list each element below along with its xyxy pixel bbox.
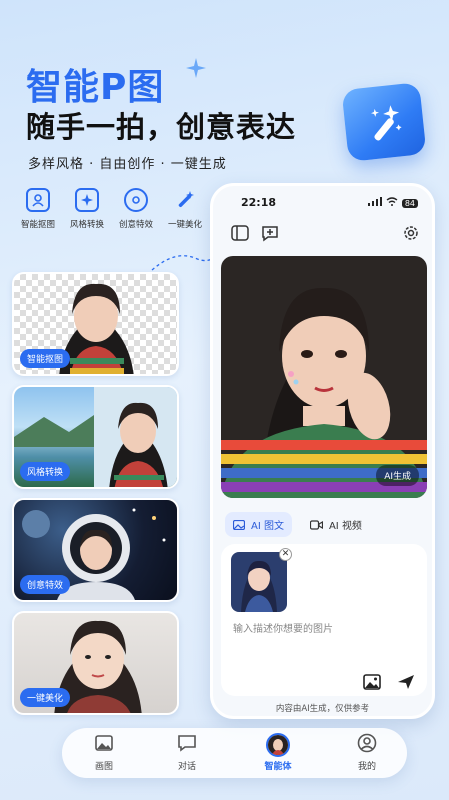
feature-row: 智能抠图 风格转换 创意特效 一键美化 bbox=[20, 188, 203, 230]
nav-item-chat[interactable]: 对话 bbox=[162, 733, 212, 772]
prompt-box: ✕ 输入描述你想要的图片 bbox=[221, 544, 427, 696]
feature-label: 智能抠图 bbox=[20, 220, 55, 230]
send-icon[interactable] bbox=[397, 674, 415, 690]
mode-tabs: AI 图文 AI 视频 bbox=[225, 512, 370, 537]
ai-disclaimer: 内容由AI生成，仅供参考 bbox=[275, 704, 370, 714]
nav-label: 对话 bbox=[177, 762, 196, 772]
nav-label: 智能体 bbox=[264, 762, 292, 772]
card-tag: 智能抠图 bbox=[20, 349, 71, 368]
phone-toolbar bbox=[231, 224, 420, 242]
hero-subtitle: 随手一拍，创意表达 bbox=[26, 110, 297, 144]
new-chat-icon[interactable] bbox=[261, 224, 279, 242]
card-tag: 创意特效 bbox=[20, 575, 71, 594]
feature-cutout[interactable]: 智能抠图 bbox=[20, 188, 56, 230]
ai-generated-badge: AI生成 bbox=[376, 465, 419, 486]
image-upload-icon[interactable] bbox=[363, 674, 381, 690]
magic-wand-badge-icon bbox=[341, 82, 427, 162]
nav-item-draw[interactable]: 画图 bbox=[79, 733, 129, 772]
remove-image-button[interactable]: ✕ bbox=[279, 548, 292, 561]
effects-gear-icon bbox=[124, 188, 148, 212]
signal-icon bbox=[367, 197, 382, 209]
bottom-nav: 画图 对话 智能体 我的 bbox=[62, 728, 407, 778]
nav-label: 画图 bbox=[94, 762, 113, 772]
hero-title: 智能P图 bbox=[26, 67, 165, 108]
feature-style[interactable]: 风格转换 bbox=[69, 188, 105, 230]
example-card-style[interactable]: 风格转换 bbox=[12, 385, 179, 489]
prompt-input[interactable]: 输入描述你想要的图片 bbox=[233, 620, 333, 635]
feature-effects[interactable]: 创意特效 bbox=[118, 188, 154, 230]
phone-mockup: 22:18 84 AI生成 AI 图文 AI 视频 ✕ 输入描述你想要的图片 内… bbox=[210, 183, 435, 719]
nav-item-agent[interactable]: 智能体 bbox=[253, 733, 303, 772]
tab-ai-video[interactable]: AI 视频 bbox=[302, 512, 370, 537]
tab-label: AI 视频 bbox=[328, 521, 362, 532]
portrait-illustration bbox=[231, 552, 287, 612]
feature-label: 风格转换 bbox=[69, 220, 104, 230]
example-cards: 智能抠图 风格转换 创意特效 一键美化 bbox=[12, 272, 179, 724]
cutout-icon bbox=[26, 188, 50, 212]
feature-label: 创意特效 bbox=[118, 220, 153, 230]
nav-item-profile[interactable]: 我的 bbox=[342, 733, 392, 772]
agent-avatar bbox=[266, 733, 290, 757]
magic-wand-icon bbox=[173, 188, 197, 212]
settings-gear-icon[interactable] bbox=[402, 224, 420, 242]
feature-label: 一键美化 bbox=[167, 220, 202, 230]
wifi-icon bbox=[386, 197, 398, 209]
gallery-icon bbox=[95, 735, 113, 751]
feature-beautify[interactable]: 一键美化 bbox=[167, 188, 203, 230]
chat-bubble-icon bbox=[178, 735, 196, 752]
battery-indicator: 84 bbox=[401, 198, 418, 208]
card-tag: 风格转换 bbox=[20, 462, 71, 481]
example-card-effects[interactable]: 创意特效 bbox=[12, 498, 179, 602]
example-card-cutout[interactable]: 智能抠图 bbox=[12, 272, 179, 376]
image-icon bbox=[233, 519, 245, 530]
generated-photo[interactable]: AI生成 bbox=[221, 256, 427, 498]
user-profile-icon bbox=[357, 733, 377, 753]
status-time: 22:18 bbox=[241, 196, 277, 209]
sparkle-icon bbox=[186, 58, 206, 78]
tab-ai-image-text[interactable]: AI 图文 bbox=[225, 512, 292, 537]
card-tag: 一键美化 bbox=[20, 688, 71, 707]
nav-label: 我的 bbox=[357, 762, 376, 772]
sidebar-toggle-icon[interactable] bbox=[231, 224, 249, 242]
status-bar-right: 84 bbox=[367, 197, 418, 209]
style-transfer-icon bbox=[75, 188, 99, 212]
tab-label: AI 图文 bbox=[251, 521, 284, 532]
portrait-illustration bbox=[221, 256, 427, 498]
example-card-beautify[interactable]: 一键美化 bbox=[12, 611, 179, 715]
hero-tagline: 多样风格 · 自由创作 · 一键生成 bbox=[28, 157, 227, 172]
video-icon bbox=[309, 519, 323, 530]
reference-image-thumb[interactable] bbox=[231, 552, 287, 612]
